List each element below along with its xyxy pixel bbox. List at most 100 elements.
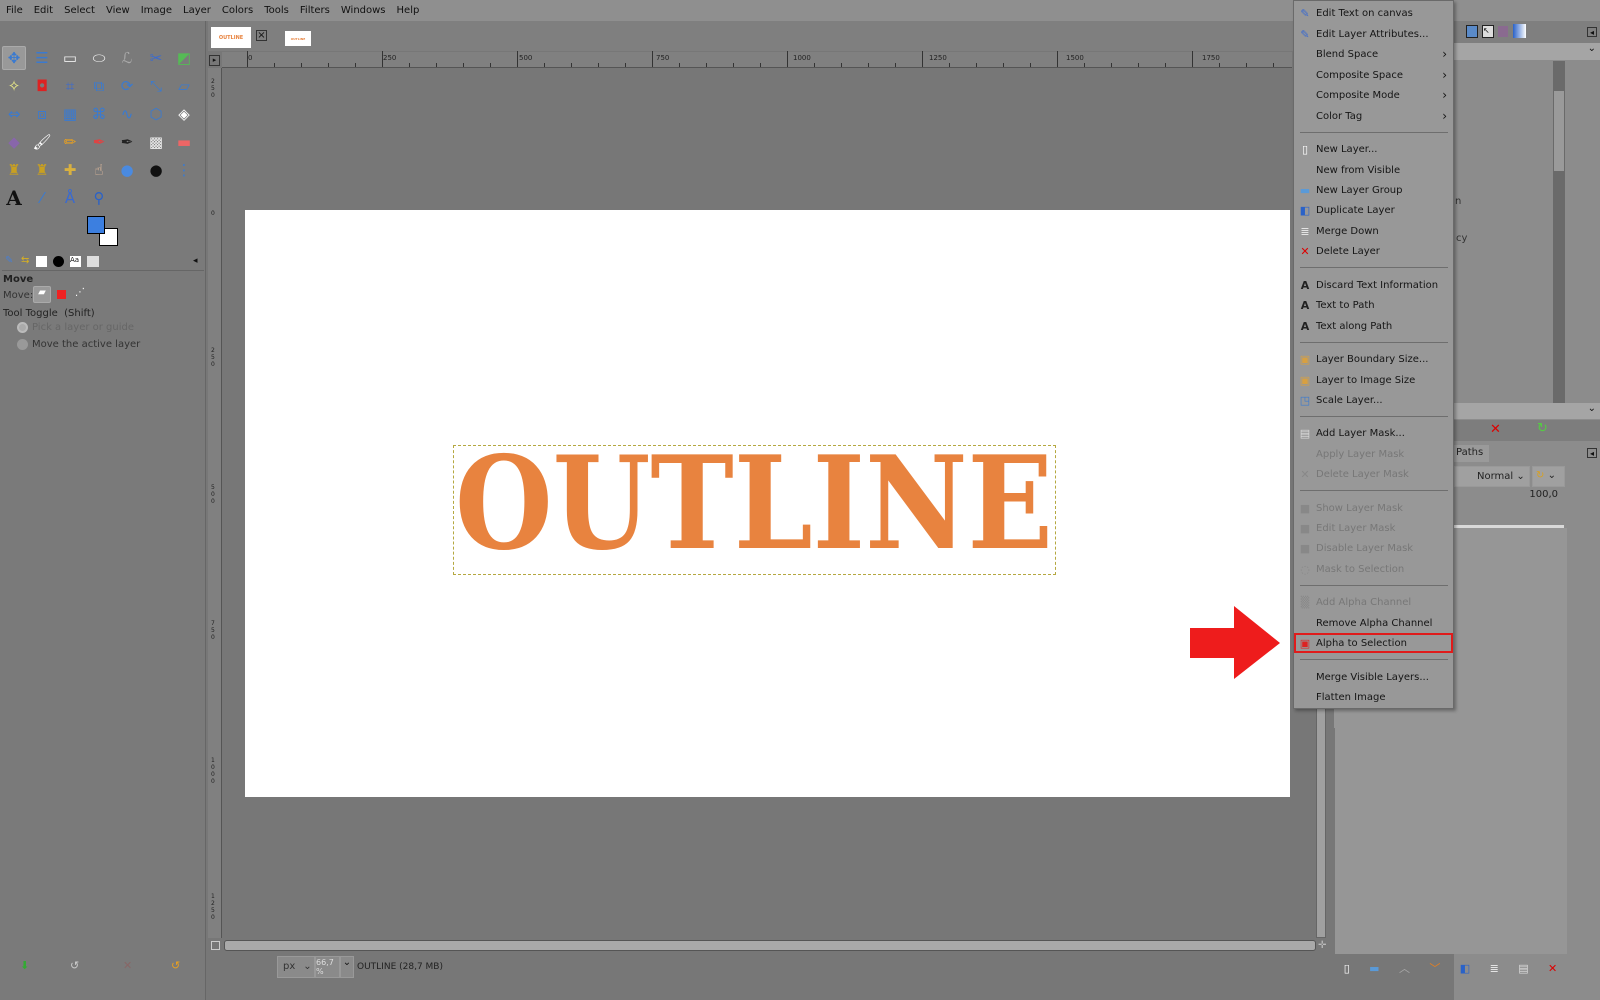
menu-item-delete-layer[interactable]: ✕ Delete Layer	[1294, 241, 1453, 261]
dock-dropdown-2[interactable]: ⌄	[1454, 403, 1600, 419]
dock-dropdown[interactable]: ⌄	[1454, 43, 1600, 60]
navigate-icon[interactable]: ✛	[1318, 940, 1326, 951]
menu-item-color-tag[interactable]: Color Tag ›	[1294, 106, 1453, 126]
text-tool-icon[interactable]: A	[2, 186, 26, 210]
menu-tools[interactable]: Tools	[264, 5, 289, 16]
blur-icon[interactable]: ●	[115, 158, 139, 182]
ellipse-select-icon[interactable]: ⬭	[87, 46, 111, 70]
gradient-icon[interactable]: ◆	[2, 130, 26, 154]
horizontal-scrollbar[interactable]	[224, 940, 1316, 951]
menu-view[interactable]: View	[106, 5, 130, 16]
reset-options-icon[interactable]: ↺	[171, 959, 180, 972]
images-dock-icon[interactable]	[1466, 25, 1478, 38]
smudge-icon[interactable]: ☝	[87, 158, 111, 182]
dock-scrollbar[interactable]	[1553, 61, 1565, 409]
close-tab-icon[interactable]: ×	[256, 30, 267, 41]
radio-move-active[interactable]	[17, 339, 28, 350]
menu-windows[interactable]: Windows	[341, 5, 386, 16]
scissors-icon[interactable]: ✂	[144, 46, 168, 70]
unified-transform-icon[interactable]: ⧉	[87, 74, 111, 98]
move-layer-button[interactable]: ▰	[33, 286, 51, 303]
rotate-icon[interactable]: ⟳	[115, 74, 139, 98]
scale-icon[interactable]: ⤡	[144, 74, 168, 98]
menu-item-scale-layer[interactable]: ◳ Scale Layer...	[1294, 390, 1453, 410]
menu-item-blend-space[interactable]: Blend Space ›	[1294, 44, 1453, 64]
zoom-icon[interactable]: ⚲	[87, 186, 111, 210]
color-select-icon[interactable]: ◘	[30, 74, 54, 98]
menu-item-composite-space[interactable]: Composite Space ›	[1294, 65, 1453, 85]
fuzzy-select-icon[interactable]: ✧	[2, 74, 26, 98]
image-canvas[interactable]: OUTLINE	[245, 210, 1290, 797]
move-path-button[interactable]: ⋰	[75, 287, 85, 298]
menu-layer[interactable]: Layer	[183, 5, 211, 16]
colors-dock-icon[interactable]	[1498, 26, 1508, 37]
free-select-icon[interactable]: ℒ	[115, 46, 139, 70]
menu-item-duplicate-layer[interactable]: ◧ Duplicate Layer	[1294, 200, 1453, 220]
ruler-top[interactable]: 0 250 500 750 1000 1250 1500 1750	[222, 51, 1301, 68]
menu-item-new-layer[interactable]: ▯ New Layer...	[1294, 139, 1453, 159]
ruler-left[interactable]: 250 0 250 500 750 1000 1250	[208, 68, 222, 938]
new-layer-icon[interactable]: ▯	[1344, 962, 1350, 975]
pencil-icon[interactable]: ✏	[58, 130, 82, 154]
patterns-tab-icon[interactable]	[53, 256, 64, 267]
mode-extra-select[interactable]: ↻ ⌄	[1532, 466, 1565, 487]
delete-icon[interactable]: ✕	[1490, 422, 1501, 437]
rect-select-icon[interactable]: ▭	[58, 46, 82, 70]
dodge-icon[interactable]: ●	[144, 158, 168, 182]
scrollbar-thumb[interactable]	[1554, 91, 1564, 171]
menu-item-layer-boundary-size[interactable]: ▣ Layer Boundary Size...	[1294, 349, 1453, 369]
menu-item-alpha-to-selection[interactable]: ▣ Alpha to Selection	[1294, 633, 1453, 653]
menu-filters[interactable]: Filters	[300, 5, 330, 16]
clone-icon[interactable]: ♜	[2, 158, 26, 182]
menu-item-discard-text-information[interactable]: A Discard Text Information	[1294, 275, 1453, 295]
zoom-corner-icon[interactable]	[211, 941, 220, 950]
move-selection-button[interactable]	[57, 290, 66, 299]
bucket-fill-icon[interactable]: ◈	[172, 102, 196, 126]
ink-icon[interactable]: ✒	[115, 130, 139, 154]
tab-paths[interactable]: Paths	[1454, 445, 1489, 462]
crop-icon[interactable]: ⌗	[58, 74, 82, 98]
unit-select[interactable]: px ⌄	[277, 955, 315, 978]
grid-transform-icon[interactable]: ▦	[58, 102, 82, 126]
menu-help[interactable]: Help	[397, 5, 420, 16]
wave-icon[interactable]: ∿	[115, 102, 139, 126]
device-status-tab-icon[interactable]: ⇆	[21, 255, 29, 266]
save-options-icon[interactable]: ⬇	[20, 959, 29, 972]
flip-icon[interactable]: ⇔	[2, 102, 26, 126]
images-tab-icon[interactable]	[87, 256, 99, 267]
menu-colors[interactable]: Colors	[222, 5, 253, 16]
foreground-color[interactable]	[87, 216, 105, 234]
gradient-dock-icon[interactable]	[1513, 24, 1526, 38]
menu-edit[interactable]: Edit	[34, 5, 53, 16]
cage-icon[interactable]: ⧈	[30, 102, 54, 126]
restore-options-icon[interactable]: ↺	[70, 959, 79, 972]
merge-down-icon[interactable]: ≣	[1490, 962, 1499, 975]
menu-item-merge-down[interactable]: ≣ Merge Down	[1294, 221, 1453, 241]
duplicate-layer-icon[interactable]: ◧	[1460, 962, 1470, 975]
pointer-dock-icon[interactable]: ↖	[1482, 25, 1494, 38]
menu-item-edit-layer-attributes[interactable]: ✎ Edit Layer Attributes...	[1294, 24, 1453, 44]
radio-pick-layer[interactable]	[17, 322, 28, 333]
configure-layers-icon[interactable]: ◂	[1587, 448, 1597, 458]
menu-image[interactable]: Image	[141, 5, 172, 16]
perspective-clone-icon[interactable]: ✚	[58, 158, 82, 182]
menu-item-remove-alpha-channel[interactable]: Remove Alpha Channel	[1294, 613, 1453, 633]
airbrush-icon[interactable]: ✒	[87, 130, 111, 154]
heal-icon[interactable]: ♜	[30, 158, 54, 182]
image-tab-1[interactable]: OUTLINE	[211, 27, 251, 48]
configure-tab-icon[interactable]: ◂	[193, 256, 198, 266]
configure-dock-icon[interactable]: ◂	[1587, 27, 1597, 37]
mode-select[interactable]: Normal ⌄	[1454, 466, 1530, 487]
menu-item-flatten-image[interactable]: Flatten Image	[1294, 687, 1453, 707]
refresh-icon[interactable]: ↻	[1537, 421, 1548, 436]
paths-icon[interactable]: ⋮	[172, 158, 196, 182]
warp-icon[interactable]: ⌘	[87, 102, 111, 126]
menu-item-composite-mode[interactable]: Composite Mode ›	[1294, 85, 1453, 105]
menu-item-layer-to-image-size[interactable]: ▣ Layer to Image Size	[1294, 370, 1453, 390]
perspective-icon[interactable]: ▱	[172, 74, 196, 98]
new-group-icon[interactable]: ▬	[1369, 962, 1379, 975]
menu-item-new-layer-group[interactable]: ▬ New Layer Group	[1294, 180, 1453, 200]
delete-options-icon[interactable]: ✕	[123, 959, 132, 972]
delete-layer-icon[interactable]: ✕	[1548, 962, 1557, 975]
zoom-input[interactable]: 66,7 %	[315, 955, 340, 978]
